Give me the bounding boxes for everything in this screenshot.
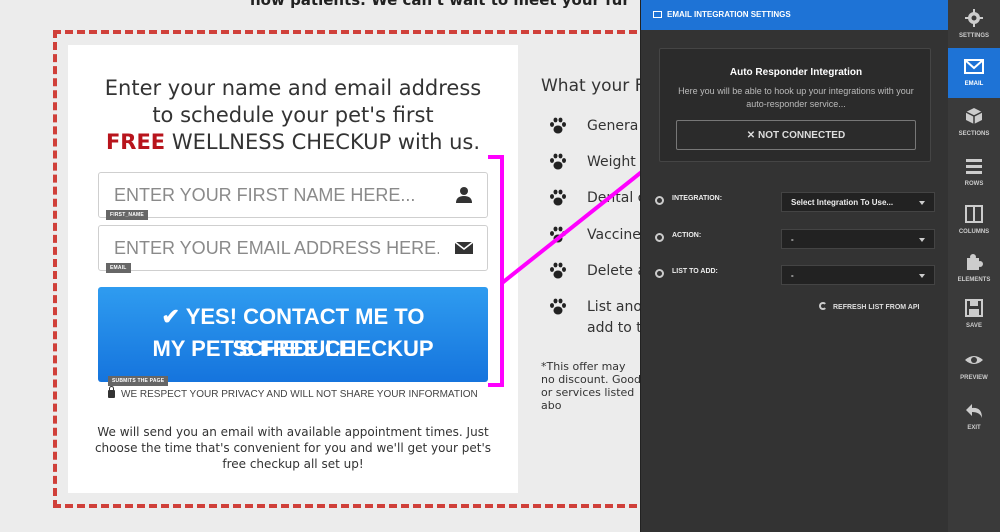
radio-icon	[655, 269, 664, 278]
rail-label: ROWS	[964, 181, 984, 187]
email-field[interactable]	[98, 225, 488, 271]
setting-row-action: ACTION: -	[655, 229, 935, 249]
setting-select[interactable]: -	[781, 265, 935, 285]
privacy-note: WE RESPECT YOUR PRIVACY AND WILL NOT SHA…	[108, 386, 478, 400]
rail-label: SETTINGS	[958, 33, 989, 39]
privacy-text: WE RESPECT YOUR PRIVACY AND WILL NOT SHA…	[121, 389, 478, 400]
refresh-icon	[819, 302, 827, 310]
autoresponder-desc: Here you will be able to hook up your in…	[678, 86, 914, 109]
cta-line-2: MY PET'S FREE CHECKUP	[152, 336, 434, 361]
envelope-icon	[964, 59, 984, 74]
setting-row-list-to-add: LIST TO ADD: -	[655, 265, 935, 285]
autoresponder-title: Auto Responder Integration	[729, 67, 863, 78]
gear-icon	[965, 9, 983, 27]
form-headline: Enter your name and email address to sch…	[68, 75, 518, 156]
rail-label: PREVIEW	[960, 375, 988, 381]
setting-select[interactable]: -	[781, 229, 935, 249]
rail-item-columns[interactable]: COLUMNS	[948, 196, 1000, 246]
rail-item-settings[interactable]: SETTINGS	[948, 0, 1000, 50]
rail-label: SECTIONS	[958, 131, 990, 137]
setting-label: LIST TO ADD:	[672, 268, 718, 275]
envelope-icon	[653, 11, 662, 18]
cube-icon	[965, 108, 983, 124]
feature-text: Genera	[587, 118, 639, 134]
email-input[interactable]	[99, 226, 439, 270]
rail-label: ELEMENTS	[957, 277, 991, 283]
check-icon: ✔	[161, 304, 186, 329]
rail-item-elements[interactable]: ELEMENTS	[948, 244, 1000, 294]
builder-side-rail: SETTINGS EMAIL SECTIONS ROWS COLUMNS ELEMENTS…	[948, 0, 1000, 532]
top-cut-text: now patients. We can't wait to meet your…	[250, 0, 630, 9]
headline-line-2: to schedule your pet's first	[152, 103, 434, 127]
headline-rest: WELLNESS CHECKUP with us.	[165, 130, 481, 154]
envelope-icon	[455, 241, 473, 254]
radio-icon	[655, 233, 664, 242]
eye-icon	[965, 356, 983, 364]
first-name-input[interactable]	[99, 173, 439, 217]
paw-icon	[550, 117, 566, 134]
first-name-tag: FIRST_NAME	[106, 210, 148, 220]
schedule-submit-button[interactable]: ✔ YES! CONTACT ME TO SCHEDULE MY PET'S F…	[98, 287, 488, 382]
rail-label: EXIT	[967, 425, 981, 431]
panel-header: EMAIL INTEGRATION SETTINGS	[641, 0, 949, 30]
email-settings-panel: EMAIL INTEGRATION SETTINGS Auto Responde…	[640, 0, 949, 532]
exit-icon	[966, 404, 982, 418]
features-column: What your F	[541, 76, 644, 96]
headline-line-3: FREE WELLNESS CHECKUP with us.	[68, 129, 518, 156]
setting-select[interactable]: Select Integration To Use...	[781, 192, 935, 212]
refresh-label: REFRESH LIST FROM API	[833, 304, 920, 311]
setting-row-integration: INTEGRATION: Select Integration To Use...	[655, 192, 935, 212]
submit-tag: SUBMITS THE PAGE	[108, 376, 169, 386]
autoresponder-box: Auto Responder Integration Here you will…	[659, 48, 931, 162]
rail-item-email[interactable]: EMAIL	[948, 48, 1000, 98]
features-heading: What your F	[541, 76, 645, 96]
rail-item-preview[interactable]: PREVIEW	[948, 342, 1000, 392]
first-name-field[interactable]	[98, 172, 488, 218]
floppy-icon	[965, 299, 983, 317]
optin-form-card: Enter your name and email address to sch…	[68, 45, 518, 493]
rail-label: EMAIL	[964, 81, 984, 87]
rail-label: SAVE	[966, 323, 982, 329]
lock-icon	[108, 386, 115, 398]
email-tag: EMAIL	[106, 263, 131, 273]
rail-item-save[interactable]: SAVE	[948, 290, 1000, 340]
rail-item-exit[interactable]: EXIT	[948, 392, 1000, 442]
rail-label: COLUMNS	[958, 229, 990, 235]
headline-free: FREE	[105, 130, 166, 154]
refresh-list-button[interactable]: REFRESH LIST FROM API	[819, 302, 919, 311]
puzzle-icon	[967, 254, 983, 270]
rail-item-rows[interactable]: ROWS	[948, 148, 1000, 198]
setting-label: ACTION:	[672, 232, 702, 239]
close-icon: ✕	[746, 129, 758, 141]
not-connected-label: NOT CONNECTED	[757, 129, 846, 141]
radio-icon	[655, 196, 664, 205]
panel-title: EMAIL INTEGRATION SETTINGS	[667, 10, 791, 19]
columns-icon	[965, 205, 983, 223]
user-icon	[456, 187, 472, 203]
rail-item-sections[interactable]: SECTIONS	[948, 98, 1000, 148]
rows-icon	[966, 159, 982, 174]
headline-line-1: Enter your name and email address	[104, 76, 482, 100]
not-connected-button[interactable]: ✕ NOT CONNECTED	[676, 120, 916, 150]
form-footer-text: We will send you an email with available…	[94, 425, 492, 471]
setting-label: INTEGRATION:	[672, 195, 723, 202]
